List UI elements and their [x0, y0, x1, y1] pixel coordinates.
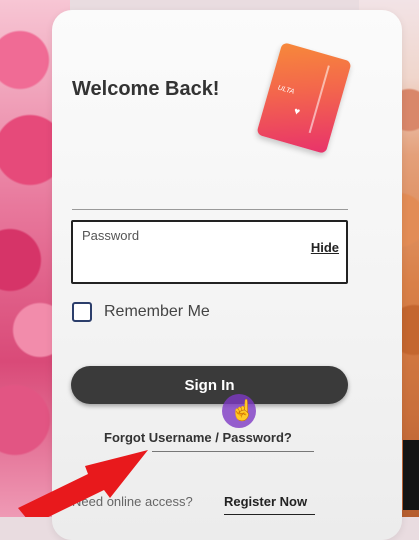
remember-me-label: Remember Me [104, 303, 210, 320]
sign-in-button[interactable]: Sign In [71, 366, 348, 404]
register-now-link[interactable]: Register Now [224, 494, 307, 509]
hide-password-button[interactable]: Hide [311, 240, 339, 255]
card-stripe [308, 65, 330, 134]
page-title: Welcome Back! [72, 78, 220, 100]
remember-me-checkbox[interactable] [72, 302, 92, 322]
remember-me[interactable]: Remember Me [72, 302, 210, 322]
hand-cursor-icon: ☝ [230, 400, 255, 422]
background-dark-edge [403, 440, 419, 510]
register-link-underline [224, 514, 315, 515]
card-logo: ULTA [276, 84, 295, 96]
red-arrow-icon [18, 450, 148, 517]
password-field[interactable]: Password Hide [71, 220, 348, 284]
password-label: Password [82, 228, 140, 243]
username-field-underline[interactable] [72, 209, 348, 210]
forgot-link-underline [152, 451, 314, 452]
heart-icon: ♥ [292, 105, 302, 119]
